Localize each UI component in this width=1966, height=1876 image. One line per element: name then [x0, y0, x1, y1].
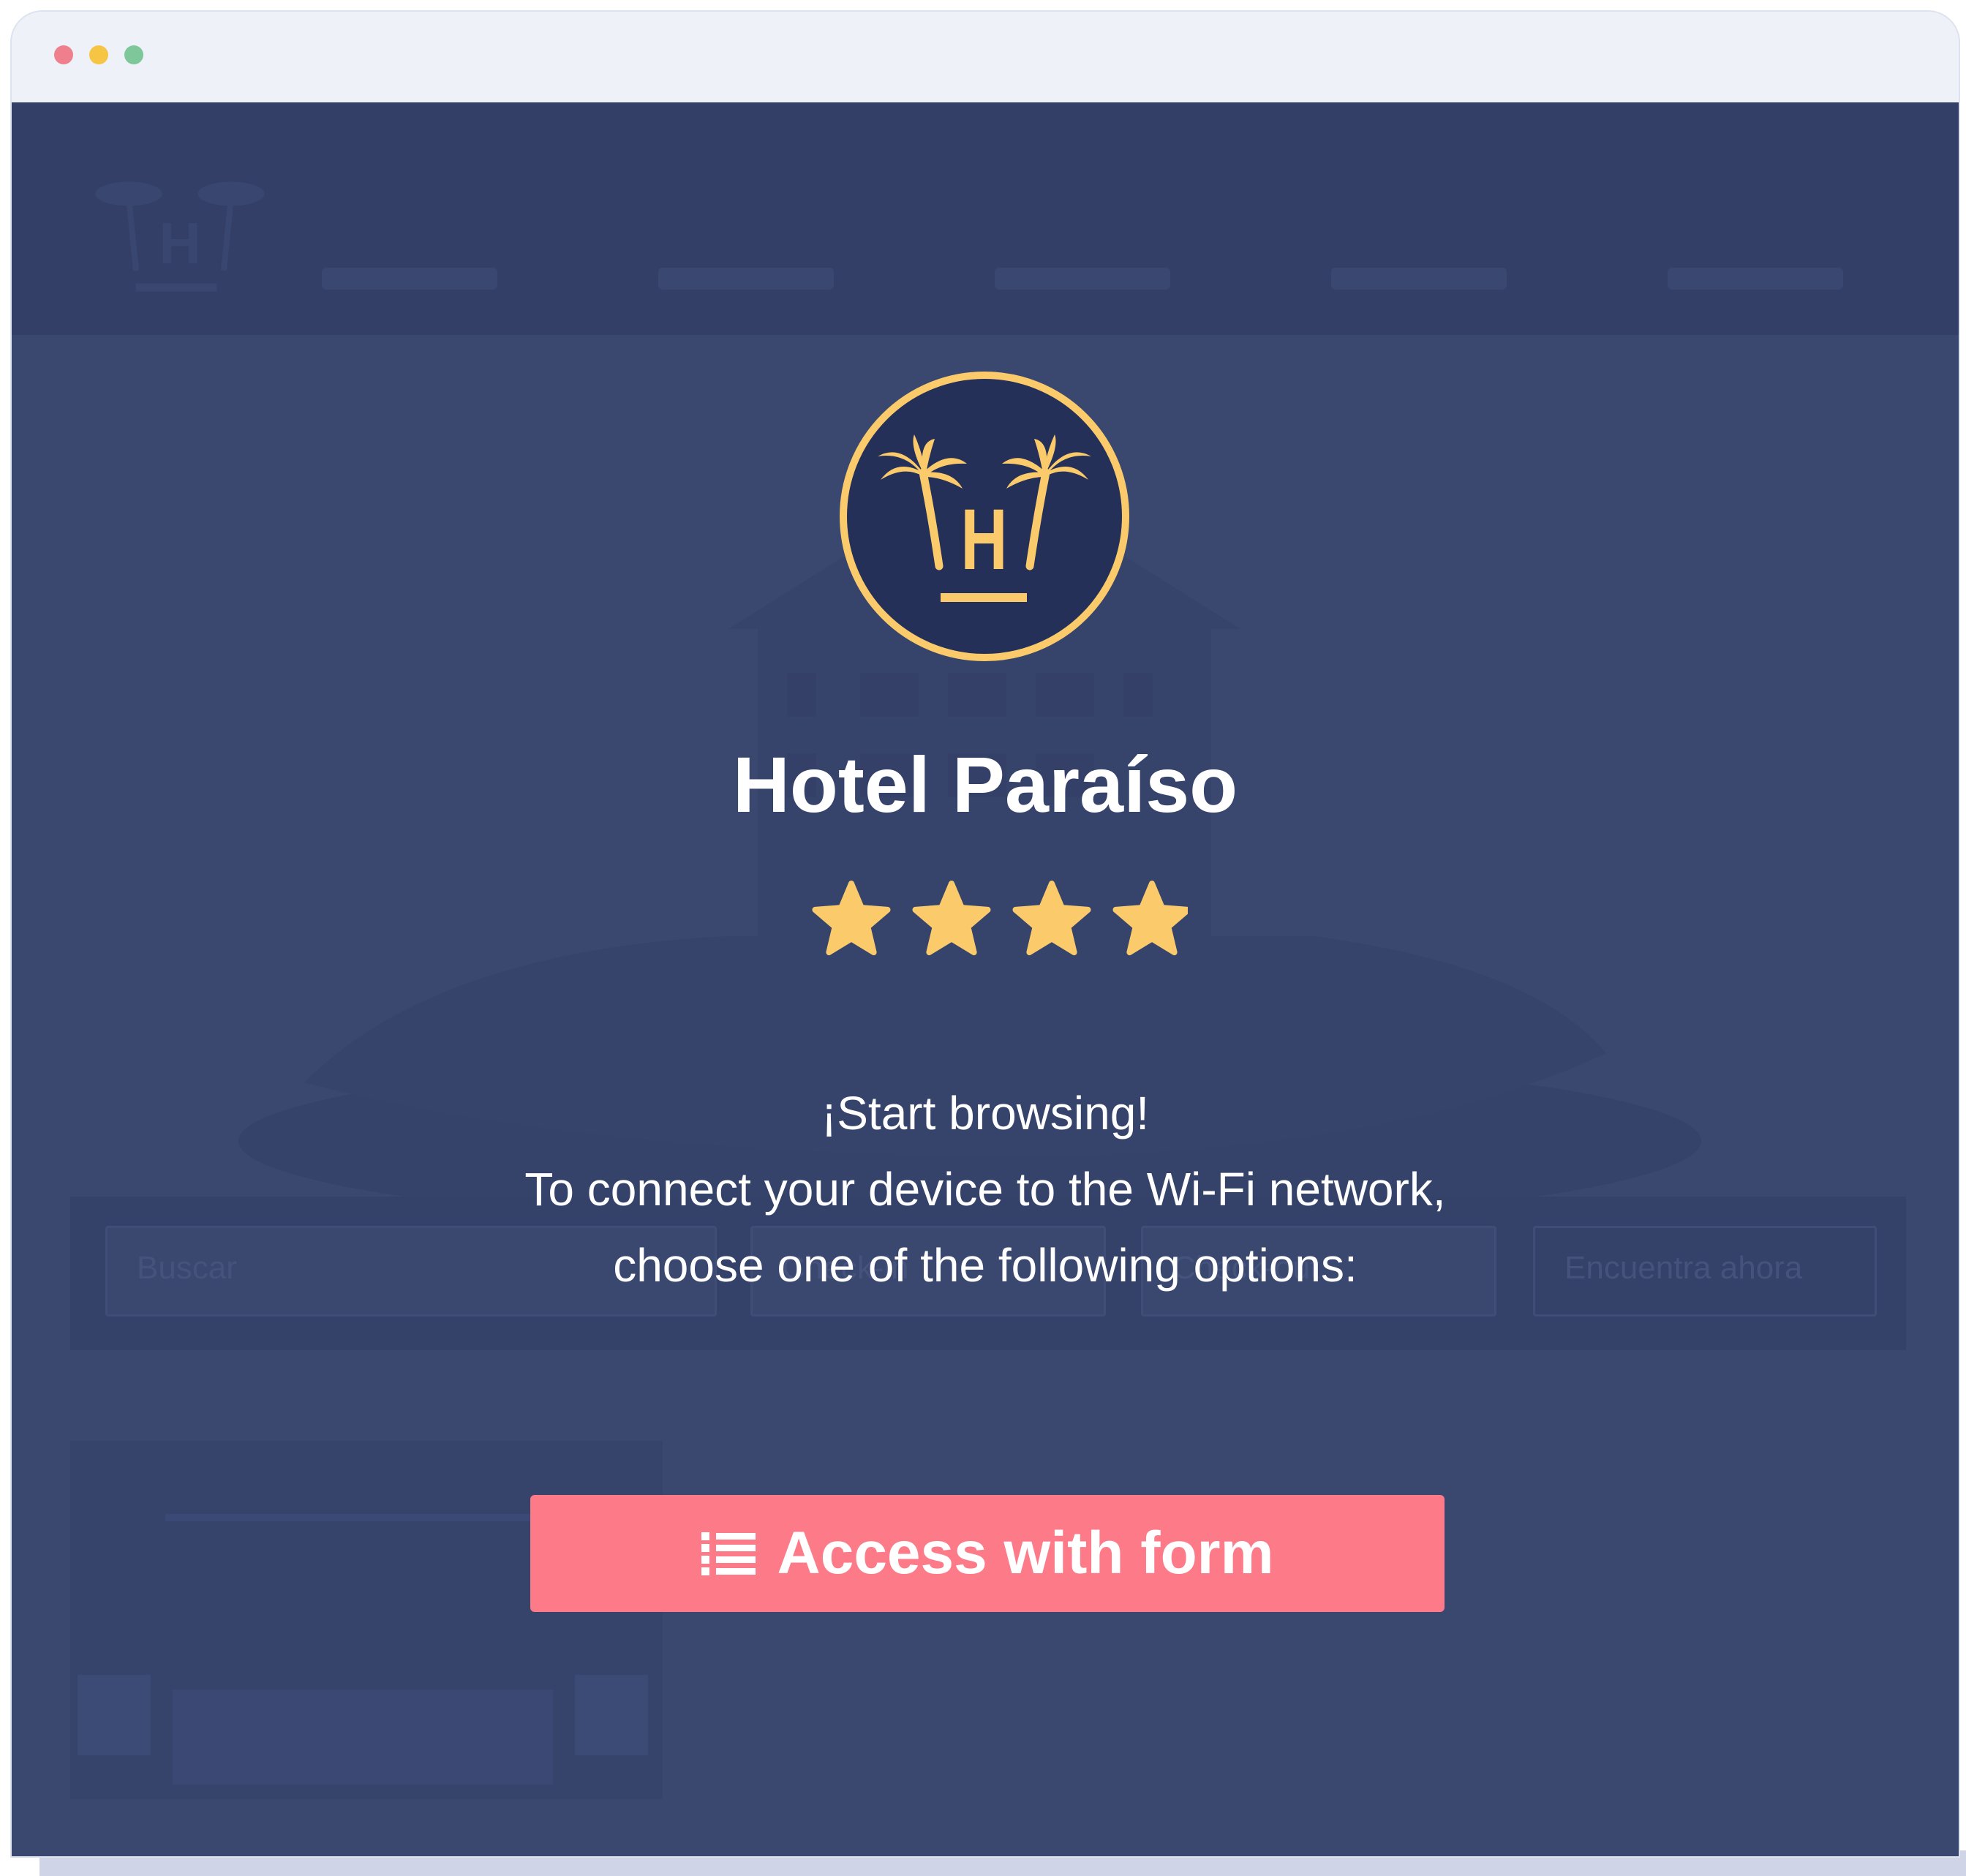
message-line: To connect your device to the Wi-Fi netw… — [524, 1163, 1446, 1216]
close-window-button[interactable] — [54, 45, 73, 64]
browser-window: H Buscar Check-in Check-out Encuentra ah… — [10, 10, 1960, 1858]
page-viewport: H Buscar Check-in Check-out Encuentra ah… — [12, 102, 1959, 1856]
hotel-name: Hotel Paraíso — [732, 740, 1238, 829]
star-icon — [812, 881, 891, 956]
svg-text:H: H — [159, 211, 201, 276]
welcome-message: ¡Start browsing! To connect your device … — [12, 1075, 1959, 1303]
message-line: choose one of the following options: — [613, 1239, 1357, 1292]
hotel-logo-badge: H — [840, 372, 1129, 661]
access-with-form-label: Access with form — [777, 1520, 1274, 1586]
star-rating — [812, 881, 1188, 956]
star-icon — [1112, 881, 1188, 956]
logo-letter: H — [961, 492, 1008, 588]
star-icon — [1012, 881, 1091, 956]
star-icon — [912, 881, 991, 956]
background-nav-item — [658, 268, 834, 290]
message-line: ¡Start browsing! — [821, 1087, 1150, 1139]
background-logo: H — [95, 181, 265, 292]
background-navbar: H — [12, 102, 1959, 335]
background-nav-item — [1331, 268, 1507, 290]
maximize-window-button[interactable] — [124, 45, 143, 64]
background-nav-item — [1668, 268, 1843, 290]
background-nav-item — [995, 268, 1170, 290]
list-icon — [701, 1532, 756, 1575]
access-with-form-button[interactable]: Access with form — [530, 1495, 1445, 1612]
window-titlebar — [12, 12, 1959, 102]
background-nav-item — [322, 268, 497, 290]
minimize-window-button[interactable] — [89, 45, 108, 64]
